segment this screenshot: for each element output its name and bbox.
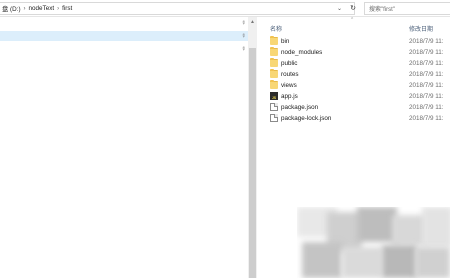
file-date: 2018/7/9 11:: [409, 115, 444, 122]
column-headers: ⌃ 名称 修改日期: [258, 17, 450, 33]
file-date: 2018/7/9 11:: [409, 104, 444, 111]
folder-icon: [270, 80, 278, 89]
list-item[interactable]: views 2018/7/9 11:: [258, 80, 450, 91]
navigation-pane: ✎ ✎ ✎: [0, 17, 248, 278]
folder-icon: [270, 69, 278, 78]
search-input[interactable]: 搜索"first": [364, 2, 450, 15]
breadcrumb-separator[interactable]: ›: [24, 6, 26, 12]
list-item[interactable]: routes 2018/7/9 11:: [258, 69, 450, 80]
file-name: routes: [281, 71, 299, 78]
folder-icon: [270, 47, 278, 56]
list-item[interactable]: package-lock.json 2018/7/9 11:: [258, 113, 450, 124]
folder-icon: [270, 58, 278, 67]
scroll-up-icon[interactable]: ▲: [248, 17, 257, 26]
file-name: node_modules: [281, 49, 323, 56]
list-item[interactable]: JS app.js 2018/7/9 11:: [258, 91, 450, 102]
blurred-overlay: [297, 207, 450, 278]
js-file-icon: JS: [270, 92, 278, 100]
file-name: package-lock.json: [281, 115, 332, 122]
breadcrumb-separator[interactable]: ›: [57, 6, 59, 12]
chevron-down-icon[interactable]: ⌄: [337, 5, 342, 12]
list-item[interactable]: bin 2018/7/9 11:: [258, 36, 450, 47]
file-date: 2018/7/9 11:: [409, 60, 444, 67]
file-date: 2018/7/9 11:: [409, 82, 444, 89]
column-header-name[interactable]: 名称: [270, 24, 282, 33]
file-date: 2018/7/9 11:: [409, 71, 444, 78]
list-item[interactable]: public 2018/7/9 11:: [258, 58, 450, 69]
sort-caret-icon: ⌃: [350, 17, 355, 23]
refresh-icon[interactable]: ↻: [348, 3, 358, 13]
breadcrumb[interactable]: 盘 (D:) › nodeText › first: [0, 2, 355, 15]
document-icon: [270, 114, 278, 122]
document-icon: [270, 103, 278, 111]
pin-icon[interactable]: ✎: [239, 45, 246, 52]
file-date: 2018/7/9 11:: [409, 38, 444, 45]
breadcrumb-drive[interactable]: 盘 (D:): [2, 4, 21, 13]
pin-icon[interactable]: ✎: [239, 19, 246, 26]
column-header-date[interactable]: 修改日期: [409, 24, 433, 33]
file-name: views: [281, 82, 297, 89]
list-item[interactable]: node_modules 2018/7/9 11:: [258, 47, 450, 58]
scroll-thumb[interactable]: [249, 48, 256, 278]
nav-selected-item[interactable]: [0, 31, 248, 41]
search-placeholder: 搜索"first": [369, 7, 395, 13]
file-date: 2018/7/9 11:: [409, 49, 444, 56]
file-name: package.json: [281, 104, 319, 111]
file-name: bin: [281, 38, 290, 45]
file-name: app.js: [281, 93, 298, 100]
breadcrumb-first[interactable]: first: [62, 5, 72, 12]
file-date: 2018/7/9 11:: [409, 93, 444, 100]
address-bar: 盘 (D:) › nodeText › first ⌄ ↻ 搜索"first": [0, 0, 450, 17]
breadcrumb-nodetext[interactable]: nodeText: [29, 5, 55, 12]
file-name: public: [281, 60, 298, 67]
folder-icon: [270, 36, 278, 45]
list-item[interactable]: package.json 2018/7/9 11:: [258, 102, 450, 113]
nav-scrollbar[interactable]: ▲: [248, 17, 257, 278]
